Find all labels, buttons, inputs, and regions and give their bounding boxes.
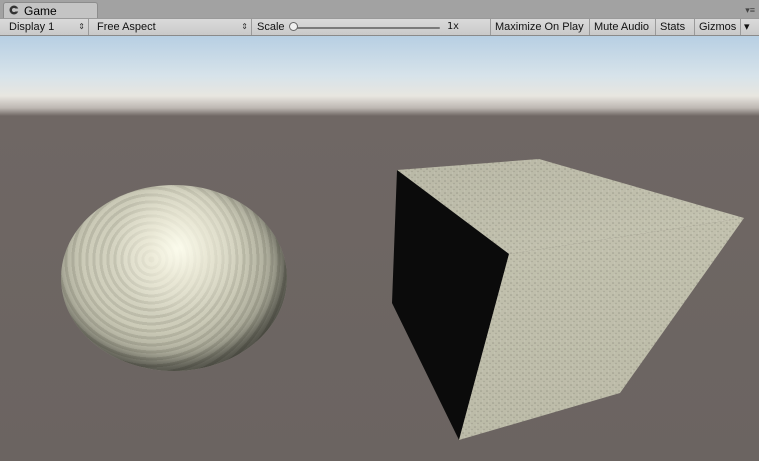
gizmos-button[interactable]: Gizmos [694,19,740,35]
gizmos-dropdown-arrow-icon[interactable]: ▾ [740,19,755,35]
tab-game[interactable]: Game [3,2,98,18]
aspect-dropdown[interactable]: Free Aspect ⇕ [92,19,252,35]
aspect-dropdown-label: Free Aspect [97,21,156,33]
tab-strip: Game ▾≡ [0,0,759,18]
stats-button[interactable]: Stats [655,19,694,35]
stone-cube [392,159,744,440]
mute-audio-button[interactable]: Mute Audio [589,19,655,35]
dropdown-arrows-icon: ⇕ [78,22,85,31]
display-dropdown-label: Display 1 [9,21,55,33]
scale-slider-thumb[interactable] [289,22,298,31]
display-dropdown[interactable]: Display 1 ⇕ [4,19,89,35]
game-toolbar: Display 1 ⇕ Free Aspect ⇕ Scale 1x Maxim… [0,18,759,36]
dropdown-arrows-icon: ⇕ [241,22,248,31]
game-viewport[interactable] [0,36,759,461]
scale-label: Scale [257,21,285,33]
window-menu-icon[interactable]: ▾≡ [745,6,755,15]
maximize-on-play-button[interactable]: Maximize On Play [490,19,589,35]
scale-value: 1x [447,21,460,32]
scale-slider-track[interactable] [292,27,440,29]
game-window: Game ▾≡ Display 1 ⇕ Free Aspect ⇕ Scale … [0,0,759,461]
game-controller-icon [9,5,19,15]
tab-game-label: Game [24,4,57,18]
